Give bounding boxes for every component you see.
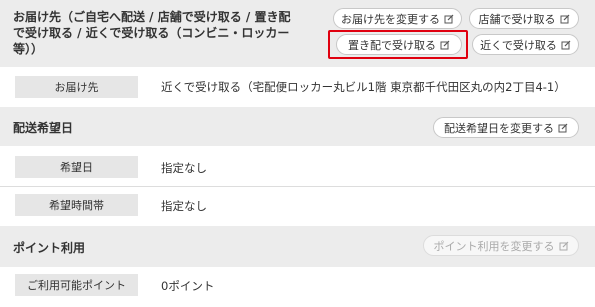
- available-points-label: ご利用可能ポイント: [15, 274, 138, 296]
- delivery-title-line-3: 等））: [13, 42, 44, 56]
- change-schedule-label: 配送希望日を変更する: [444, 121, 554, 135]
- available-points-value: 0ポイント: [161, 279, 215, 293]
- edit-icon: [559, 241, 568, 250]
- delivery-address-value: 近くで受け取る（宅配便ロッカー丸ビル1階 東京都千代田区丸の内2丁目4-1）: [161, 80, 566, 94]
- points-section-title: ポイント利用: [13, 241, 86, 255]
- change-points-button[interactable]: ポイント利用を変更する: [423, 235, 579, 256]
- okihai-label: 置き配で受け取る: [348, 38, 436, 52]
- change-address-label: お届け先を変更する: [341, 12, 440, 26]
- edit-icon: [558, 123, 568, 132]
- nearby-pickup-label: 近くで受け取る: [480, 38, 557, 52]
- delivery-title-line-2: で受け取る / 近くで受け取る（コンビニ・ロッカー: [13, 26, 290, 40]
- store-pickup-label: 店舗で受け取る: [478, 12, 556, 26]
- store-pickup-button[interactable]: 店舗で受け取る: [469, 8, 579, 29]
- desired-date-label: 希望日: [15, 156, 138, 178]
- nearby-pickup-button[interactable]: 近くで受け取る: [472, 34, 579, 55]
- edit-icon: [561, 40, 571, 49]
- schedule-section-title: 配送希望日: [13, 121, 74, 135]
- delivery-section-title: お届け先（ご自宅へ配送 / 店舗で受け取る / 置き配 で受け取る / 近くで受…: [13, 9, 290, 57]
- change-points-label: ポイント利用を変更する: [433, 239, 555, 253]
- change-address-button[interactable]: お届け先を変更する: [333, 8, 462, 29]
- edit-icon: [560, 14, 569, 23]
- edit-icon: [440, 40, 450, 49]
- delivery-address-label: お届け先: [15, 76, 138, 98]
- delivery-title-line-1: お届け先（ご自宅へ配送 / 店舗で受け取る / 置き配: [13, 10, 291, 24]
- edit-icon: [444, 14, 454, 23]
- row-divider: [0, 186, 595, 187]
- desired-date-value: 指定なし: [161, 161, 207, 175]
- desired-time-label: 希望時間帯: [15, 194, 138, 216]
- change-schedule-button[interactable]: 配送希望日を変更する: [433, 117, 579, 138]
- okihai-button[interactable]: 置き配で受け取る: [336, 34, 462, 55]
- desired-time-value: 指定なし: [161, 199, 207, 213]
